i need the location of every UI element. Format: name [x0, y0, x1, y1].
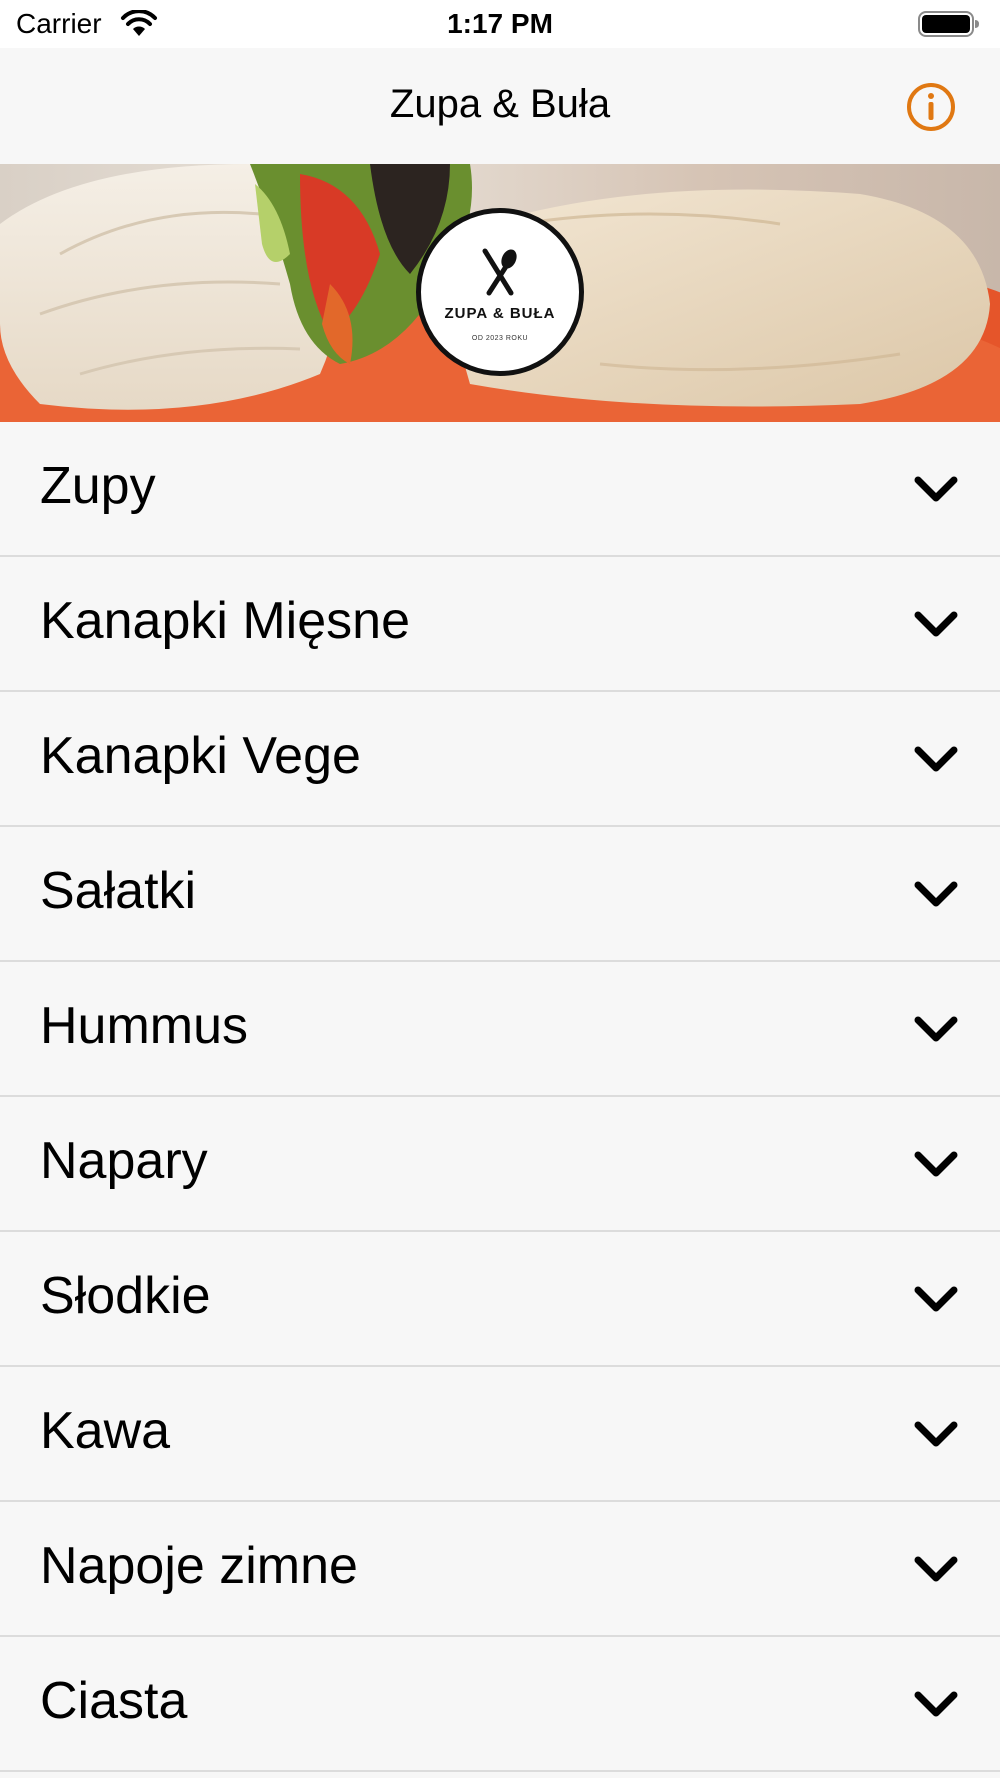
- menu-item-hummus[interactable]: Hummus: [0, 962, 1000, 1097]
- status-time: 1:17 PM: [447, 8, 553, 39]
- menu-item-napoje-zimne[interactable]: Napoje zimne: [0, 1502, 1000, 1637]
- menu-item-label: Kanapki Vege: [40, 727, 361, 785]
- chevron-down-icon: [914, 1421, 958, 1447]
- chevron-down-icon: [914, 1016, 958, 1042]
- chevron-down-icon: [914, 746, 958, 772]
- menu-item-kawa[interactable]: Kawa: [0, 1367, 1000, 1502]
- menu-item-label: Napary: [40, 1132, 208, 1190]
- chevron-down-icon: [914, 1151, 958, 1177]
- cutlery-icon: [482, 248, 517, 296]
- menu-item-salatki[interactable]: Sałatki: [0, 827, 1000, 962]
- menu-item-kanapki-miesne[interactable]: Kanapki Mięsne: [0, 557, 1000, 692]
- status-bar: Carrier 1:17 PM: [0, 0, 1000, 48]
- menu-item-label: Kanapki Mięsne: [40, 592, 410, 650]
- restaurant-logo: ZUPA & BUŁA OD 2023 ROKU: [416, 208, 584, 376]
- chevron-down-icon: [914, 1556, 958, 1582]
- logo-subtitle: OD 2023 ROKU: [471, 335, 529, 342]
- chevron-down-icon: [914, 1691, 958, 1717]
- menu-item-label: Słodkie: [40, 1267, 211, 1325]
- menu-item-slodkie[interactable]: Słodkie: [0, 1232, 1000, 1367]
- menu-item-ciasta[interactable]: Ciasta: [0, 1637, 1000, 1772]
- logo-name: ZUPA & BUŁA: [444, 305, 556, 322]
- chevron-down-icon: [914, 1286, 958, 1312]
- chevron-down-icon: [914, 881, 958, 907]
- info-icon[interactable]: [906, 82, 956, 132]
- app-screen: Carrier 1:17 PM Zupa & Buła ZUPA & BUŁA …: [0, 0, 1000, 1778]
- chevron-down-icon: [914, 611, 958, 637]
- menu-item-label: Kawa: [40, 1402, 171, 1460]
- menu-item-zupy[interactable]: Zupy: [0, 422, 1000, 557]
- menu-item-label: Ciasta: [40, 1672, 188, 1730]
- menu-item-napary[interactable]: Napary: [0, 1097, 1000, 1232]
- menu-item-label: Zupy: [40, 457, 156, 515]
- page-title: Zupa & Buła: [389, 82, 611, 126]
- navigation-bar: Zupa & Buła: [0, 48, 1000, 164]
- menu-item-label: Napoje zimne: [40, 1537, 358, 1595]
- menu-item-kanapki-vege[interactable]: Kanapki Vege: [0, 692, 1000, 827]
- battery-icon: [918, 11, 979, 37]
- chevron-down-icon: [914, 476, 958, 502]
- menu-category-list: Zupy Kanapki Mięsne Kanapki Vege Sałatki…: [0, 422, 1000, 1778]
- menu-item-label: Hummus: [40, 997, 249, 1055]
- menu-item-label: Sałatki: [40, 862, 197, 920]
